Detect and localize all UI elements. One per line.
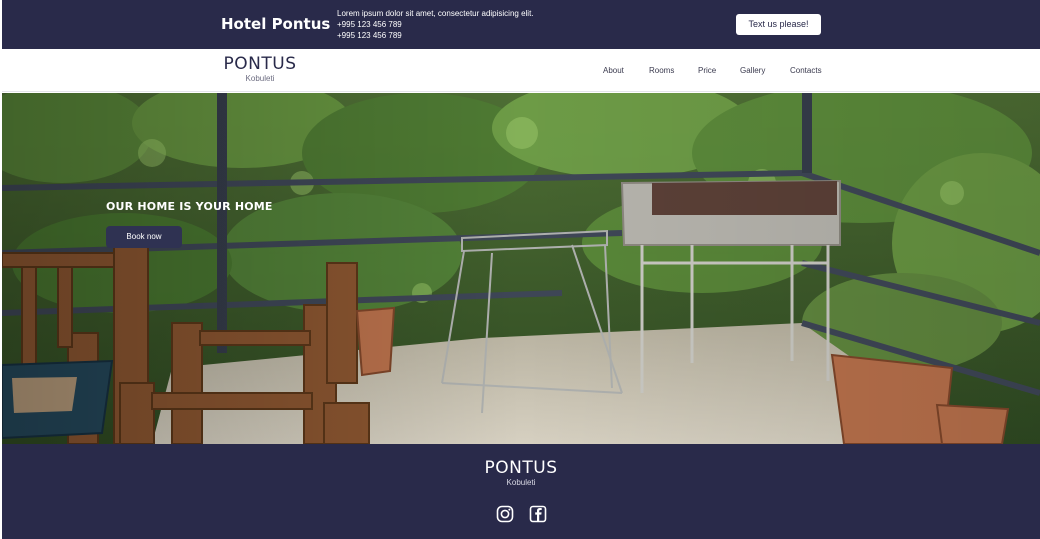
logo[interactable]: PONTUS Kobuleti [221,54,299,83]
page: Hotel Pontus Lorem ipsum dolor sit amet,… [2,0,1040,539]
facebook-icon[interactable] [529,505,547,523]
book-now-button[interactable]: Book now [106,226,182,248]
nav-item-price[interactable]: Price [698,66,716,75]
phone-2: +995 123 456 789 [337,31,402,40]
footer-logo-city: Kobuleti [506,478,536,487]
contact-info: Lorem ipsum dolor sit amet, consectetur … [337,8,534,41]
hero-banner: OUR HOME IS YOUR HOME Book now [2,93,1040,444]
nav-bar: PONTUS Kobuleti About Rooms Price Galler… [2,49,1040,92]
footer-logo[interactable]: PONTUS Kobuleti [481,458,561,487]
footer-logo-word: PONTUS [484,458,558,478]
logo-city: Kobuleti [245,74,275,83]
hero-photo [2,93,1040,444]
nav-item-contacts[interactable]: Contacts [790,66,822,75]
hotel-name: Hotel Pontus [221,15,331,33]
hero-title: OUR HOME IS YOUR HOME [106,200,273,213]
phone-1: +995 123 456 789 [337,20,402,29]
nav-item-gallery[interactable]: Gallery [740,66,765,75]
nav-item-rooms[interactable]: Rooms [649,66,674,75]
logo-word: PONTUS [223,54,297,74]
footer: PONTUS Kobuleti [2,444,1040,539]
text-us-button[interactable]: Text us please! [736,14,821,35]
tagline: Lorem ipsum dolor sit amet, consectetur … [337,9,534,18]
top-bar: Hotel Pontus Lorem ipsum dolor sit amet,… [2,0,1040,49]
nav-item-about[interactable]: About [603,66,624,75]
instagram-icon[interactable] [496,505,514,523]
